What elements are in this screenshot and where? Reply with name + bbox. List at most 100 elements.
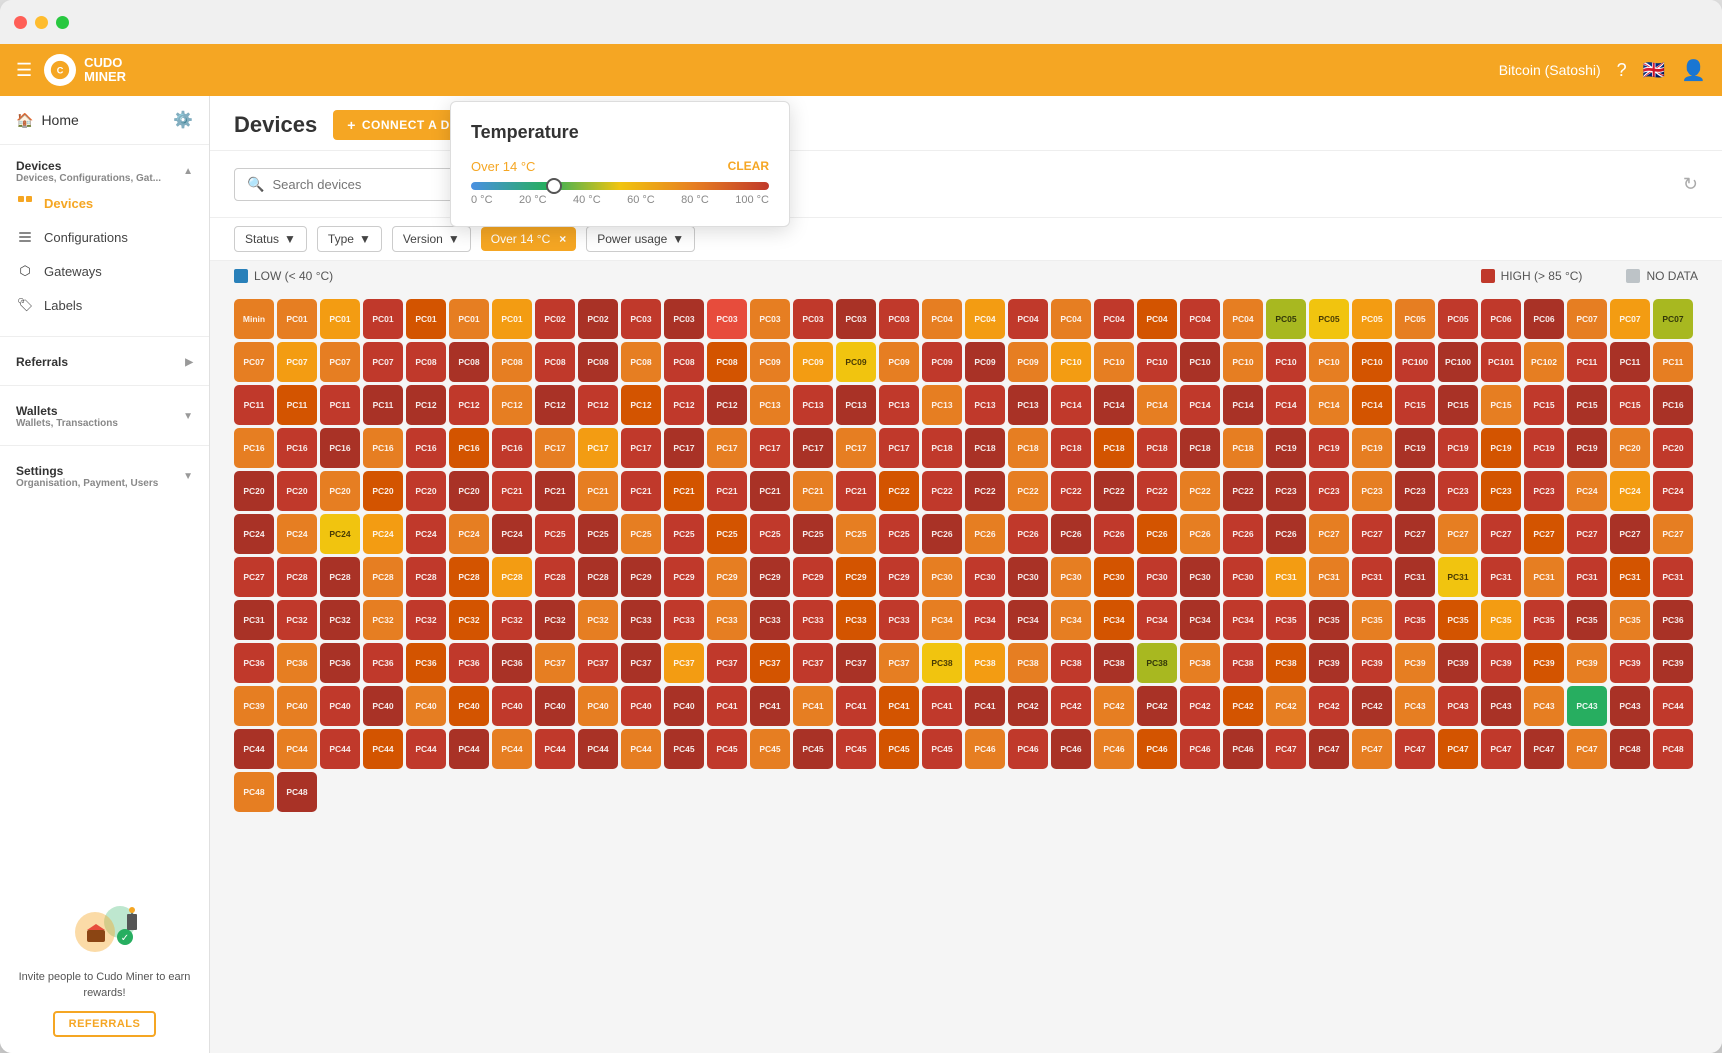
device-cell[interactable]: PC16: [406, 428, 446, 468]
device-cell[interactable]: PC33: [793, 600, 833, 640]
device-cell[interactable]: PC31: [234, 600, 274, 640]
device-cell[interactable]: PC04: [922, 299, 962, 339]
device-cell[interactable]: PC12: [621, 385, 661, 425]
device-cell[interactable]: PC22: [1223, 471, 1263, 511]
device-cell[interactable]: PC37: [836, 643, 876, 683]
device-cell[interactable]: PC32: [277, 600, 317, 640]
device-cell[interactable]: PC41: [922, 686, 962, 726]
device-cell[interactable]: PC47: [1395, 729, 1435, 769]
device-cell[interactable]: PC32: [363, 600, 403, 640]
device-cell[interactable]: PC25: [879, 514, 919, 554]
device-cell[interactable]: PC20: [234, 471, 274, 511]
device-cell[interactable]: PC39: [1481, 643, 1521, 683]
device-cell[interactable]: PC10: [1094, 342, 1134, 382]
device-cell[interactable]: PC35: [1567, 600, 1607, 640]
device-cell[interactable]: PC02: [578, 299, 618, 339]
help-icon[interactable]: ?: [1617, 60, 1627, 81]
device-cell[interactable]: PC11: [363, 385, 403, 425]
device-cell[interactable]: PC39: [1438, 643, 1478, 683]
device-cell[interactable]: PC15: [1395, 385, 1435, 425]
device-cell[interactable]: PC30: [1223, 557, 1263, 597]
device-cell[interactable]: PC32: [578, 600, 618, 640]
device-cell[interactable]: PC24: [234, 514, 274, 554]
device-cell[interactable]: PC33: [879, 600, 919, 640]
device-cell[interactable]: PC48: [277, 772, 317, 812]
device-cell[interactable]: PC22: [1137, 471, 1177, 511]
device-cell[interactable]: PC06: [1524, 299, 1564, 339]
device-cell[interactable]: PC12: [707, 385, 747, 425]
device-cell[interactable]: PC23: [1352, 471, 1392, 511]
device-cell[interactable]: PC04: [1094, 299, 1134, 339]
device-cell[interactable]: PC39: [1610, 643, 1650, 683]
type-filter[interactable]: Type ▼: [317, 226, 382, 252]
device-cell[interactable]: PC42: [1309, 686, 1349, 726]
device-cell[interactable]: PC23: [1395, 471, 1435, 511]
device-cell[interactable]: PC33: [621, 600, 661, 640]
device-cell[interactable]: PC14: [1094, 385, 1134, 425]
device-cell[interactable]: PC18: [922, 428, 962, 468]
device-cell[interactable]: PC44: [234, 729, 274, 769]
device-cell[interactable]: PC01: [277, 299, 317, 339]
device-cell[interactable]: PC31: [1524, 557, 1564, 597]
device-cell[interactable]: PC37: [707, 643, 747, 683]
device-cell[interactable]: PC45: [750, 729, 790, 769]
device-cell[interactable]: PC38: [1008, 643, 1048, 683]
device-cell[interactable]: PC31: [1395, 557, 1435, 597]
device-cell[interactable]: PC04: [1180, 299, 1220, 339]
device-cell[interactable]: PC34: [965, 600, 1005, 640]
device-cell[interactable]: PC08: [492, 342, 532, 382]
device-cell[interactable]: PC11: [234, 385, 274, 425]
power-usage-filter[interactable]: Power usage ▼: [586, 226, 695, 252]
device-cell[interactable]: PC48: [1610, 729, 1650, 769]
maximize-button[interactable]: [56, 16, 69, 29]
device-cell[interactable]: PC47: [1524, 729, 1564, 769]
device-cell[interactable]: PC39: [1567, 643, 1607, 683]
device-cell[interactable]: PC18: [1008, 428, 1048, 468]
device-cell[interactable]: PC31: [1438, 557, 1478, 597]
device-cell[interactable]: PC39: [1524, 643, 1564, 683]
device-cell[interactable]: PC32: [492, 600, 532, 640]
device-cell[interactable]: PC47: [1309, 729, 1349, 769]
device-cell[interactable]: PC42: [1352, 686, 1392, 726]
device-cell[interactable]: PC16: [277, 428, 317, 468]
device-cell[interactable]: PC42: [1137, 686, 1177, 726]
device-cell[interactable]: PC44: [492, 729, 532, 769]
device-cell[interactable]: PC24: [449, 514, 489, 554]
device-cell[interactable]: PC21: [578, 471, 618, 511]
device-cell[interactable]: PC01: [492, 299, 532, 339]
device-cell[interactable]: PC22: [1180, 471, 1220, 511]
device-cell[interactable]: PC11: [320, 385, 360, 425]
device-cell[interactable]: PC36: [406, 643, 446, 683]
device-cell[interactable]: PC13: [879, 385, 919, 425]
device-cell[interactable]: PC47: [1481, 729, 1521, 769]
device-cell[interactable]: PC26: [1223, 514, 1263, 554]
device-cell[interactable]: PC35: [1266, 600, 1306, 640]
device-cell[interactable]: PC46: [965, 729, 1005, 769]
device-cell[interactable]: PC21: [750, 471, 790, 511]
device-cell[interactable]: PC10: [1180, 342, 1220, 382]
device-cell[interactable]: PC16: [363, 428, 403, 468]
device-cell[interactable]: PC29: [664, 557, 704, 597]
device-cell[interactable]: PC07: [363, 342, 403, 382]
device-cell[interactable]: PC39: [1653, 643, 1693, 683]
device-cell[interactable]: PC13: [922, 385, 962, 425]
device-cell[interactable]: Minin: [234, 299, 274, 339]
device-cell[interactable]: PC48: [1653, 729, 1693, 769]
device-cell[interactable]: PC29: [793, 557, 833, 597]
device-cell[interactable]: PC08: [578, 342, 618, 382]
device-cell[interactable]: PC37: [664, 643, 704, 683]
device-cell[interactable]: PC20: [1610, 428, 1650, 468]
temperature-slider[interactable]: [471, 182, 769, 190]
device-cell[interactable]: PC42: [1051, 686, 1091, 726]
device-cell[interactable]: PC34: [1137, 600, 1177, 640]
device-cell[interactable]: PC14: [1266, 385, 1306, 425]
device-cell[interactable]: PC10: [1352, 342, 1392, 382]
status-filter[interactable]: Status ▼: [234, 226, 307, 252]
device-cell[interactable]: PC101: [1481, 342, 1521, 382]
device-cell[interactable]: PC14: [1223, 385, 1263, 425]
device-cell[interactable]: PC29: [836, 557, 876, 597]
search-box[interactable]: 🔍: [234, 168, 454, 201]
device-cell[interactable]: PC33: [707, 600, 747, 640]
device-cell[interactable]: PC20: [320, 471, 360, 511]
device-cell[interactable]: PC26: [1266, 514, 1306, 554]
